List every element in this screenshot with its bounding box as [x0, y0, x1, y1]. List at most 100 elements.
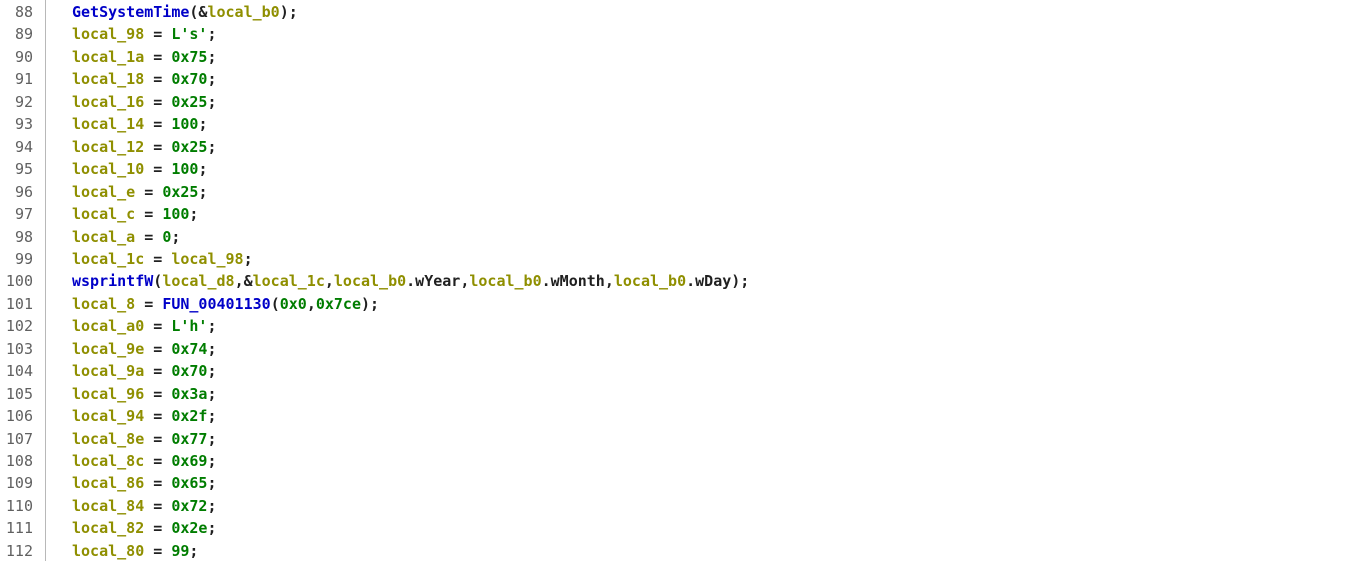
code-line[interactable]: 102 local_a0 = L'h';	[0, 315, 1349, 337]
line-number: 112	[5, 541, 33, 560]
number-literal: 0x70	[171, 70, 208, 89]
punctuation: ;	[198, 182, 208, 201]
code-text[interactable]: local_16 = 0x25;	[72, 91, 217, 113]
code-text[interactable]: local_14 = 100;	[72, 113, 207, 135]
number-literal: 99	[171, 541, 190, 560]
code-line[interactable]: 98 local_a = 0;	[0, 226, 1349, 248]
punctuation: .wMonth,	[541, 272, 614, 291]
variable[interactable]: local_8	[72, 295, 135, 313]
string-literal: L'h'	[171, 317, 208, 336]
variable[interactable]: local_a0	[72, 317, 144, 335]
code-text[interactable]: local_18 = 0x70;	[72, 68, 217, 90]
punctuation: =	[144, 70, 172, 89]
code-text[interactable]: local_9a = 0x70;	[72, 360, 217, 382]
code-line[interactable]: 105 local_96 = 0x3a;	[0, 383, 1349, 405]
function-name[interactable]: wsprintfW	[72, 272, 153, 290]
variable[interactable]: local_c	[72, 205, 135, 223]
code-text[interactable]: local_96 = 0x3a;	[72, 383, 217, 405]
variable[interactable]: local_12	[72, 138, 144, 156]
code-text[interactable]: GetSystemTime(&local_b0);	[72, 1, 298, 23]
line-number: 103	[5, 339, 33, 358]
variable[interactable]: local_10	[72, 160, 144, 178]
variable[interactable]: local_d8	[162, 272, 234, 290]
variable[interactable]: local_1a	[72, 48, 144, 66]
code-text[interactable]: local_c = 100;	[72, 203, 198, 225]
code-line[interactable]: 112 local_80 = 99;	[0, 540, 1349, 561]
variable[interactable]: local_1c	[253, 272, 325, 290]
code-line[interactable]: 96 local_e = 0x25;	[0, 181, 1349, 203]
code-text[interactable]: local_10 = 100;	[72, 158, 207, 180]
code-line[interactable]: 106 local_94 = 0x2f;	[0, 405, 1349, 427]
variable[interactable]: local_b0	[207, 3, 279, 21]
code-line[interactable]: 95 local_10 = 100;	[0, 158, 1349, 180]
code-text[interactable]: local_80 = 99;	[72, 540, 198, 561]
code-text[interactable]: local_e = 0x25;	[72, 181, 207, 203]
decompiler-code-view[interactable]: 88 GetSystemTime(&local_b0); 89 local_98 = …	[0, 0, 1349, 561]
code-line[interactable]: 90 local_1a = 0x75;	[0, 46, 1349, 68]
code-line[interactable]: 107 local_8e = 0x77;	[0, 428, 1349, 450]
code-line[interactable]: 101 local_8 = FUN_00401130(0x0,0x7ce);	[0, 293, 1349, 315]
code-text[interactable]: local_84 = 0x72;	[72, 495, 217, 517]
punctuation: ;	[207, 92, 217, 111]
variable[interactable]: local_9a	[72, 362, 144, 380]
variable[interactable]: local_b0	[614, 272, 686, 290]
code-line[interactable]: 109 local_86 = 0x65;	[0, 472, 1349, 494]
variable[interactable]: local_8c	[72, 452, 144, 470]
code-text[interactable]: local_12 = 0x25;	[72, 136, 217, 158]
variable[interactable]: local_94	[72, 407, 144, 425]
code-line[interactable]: 93 local_14 = 100;	[0, 113, 1349, 135]
code-text[interactable]: local_a0 = L'h';	[72, 315, 217, 337]
code-text[interactable]: local_8 = FUN_00401130(0x0,0x7ce);	[72, 293, 379, 315]
function-name[interactable]: FUN_00401130	[162, 295, 270, 313]
code-text[interactable]: local_98 = L's';	[72, 23, 217, 45]
code-line[interactable]: 104 local_9a = 0x70;	[0, 360, 1349, 382]
line-number: 108	[5, 452, 33, 470]
number-literal: 0x70	[171, 362, 208, 381]
code-line[interactable]: 97 local_c = 100;	[0, 203, 1349, 225]
code-text[interactable]: local_1c = local_98;	[72, 248, 253, 270]
code-line[interactable]: 94 local_12 = 0x25;	[0, 136, 1349, 158]
variable[interactable]: local_8e	[72, 430, 144, 448]
code-text[interactable]: local_a = 0;	[72, 226, 180, 248]
code-text[interactable]: local_82 = 0x2e;	[72, 517, 217, 539]
code-text[interactable]: local_1a = 0x75;	[72, 46, 217, 68]
code-text[interactable]: wsprintfW(local_d8,&local_1c,local_b0.wY…	[72, 270, 749, 292]
punctuation: ;	[207, 317, 217, 336]
variable[interactable]: local_16	[72, 93, 144, 111]
line-number: 107	[5, 429, 33, 448]
variable[interactable]: local_e	[72, 183, 135, 201]
variable[interactable]: local_96	[72, 385, 144, 403]
variable[interactable]: local_86	[72, 474, 144, 492]
code-line[interactable]: 99 local_1c = local_98;	[0, 248, 1349, 270]
code-line[interactable]: 89 local_98 = L's';	[0, 23, 1349, 45]
variable[interactable]: local_a	[72, 228, 135, 246]
variable[interactable]: local_1c	[72, 250, 144, 268]
code-line[interactable]: 92 local_16 = 0x25;	[0, 91, 1349, 113]
variable[interactable]: local_98	[72, 25, 144, 43]
variable[interactable]: local_b0	[334, 272, 406, 290]
number-literal: 0x74	[171, 339, 208, 358]
code-line[interactable]: 108 local_8c = 0x69;	[0, 450, 1349, 472]
code-line[interactable]: 103 local_9e = 0x74;	[0, 338, 1349, 360]
code-line[interactable]: 110 local_84 = 0x72;	[0, 495, 1349, 517]
variable[interactable]: local_b0	[469, 272, 541, 290]
line-number: 109	[5, 474, 33, 493]
variable[interactable]: local_14	[72, 115, 144, 133]
code-text[interactable]: local_8e = 0x77;	[72, 428, 217, 450]
variable[interactable]: local_84	[72, 497, 144, 515]
code-text[interactable]: local_9e = 0x74;	[72, 338, 217, 360]
variable[interactable]: local_98	[171, 250, 243, 268]
code-line[interactable]: 111 local_82 = 0x2e;	[0, 517, 1349, 539]
number-literal: 100	[171, 160, 199, 179]
variable[interactable]: local_82	[72, 519, 144, 537]
variable[interactable]: local_80	[72, 542, 144, 560]
code-line[interactable]: 91 local_18 = 0x70;	[0, 68, 1349, 90]
code-line[interactable]: 100 wsprintfW(local_d8,&local_1c,local_b0…	[0, 270, 1349, 292]
code-text[interactable]: local_94 = 0x2f;	[72, 405, 217, 427]
variable[interactable]: local_18	[72, 70, 144, 88]
function-name[interactable]: GetSystemTime	[72, 3, 189, 21]
code-text[interactable]: local_86 = 0x65;	[72, 472, 217, 494]
code-text[interactable]: local_8c = 0x69;	[72, 450, 217, 472]
code-line[interactable]: 88 GetSystemTime(&local_b0);	[0, 1, 1349, 23]
variable[interactable]: local_9e	[72, 340, 144, 358]
